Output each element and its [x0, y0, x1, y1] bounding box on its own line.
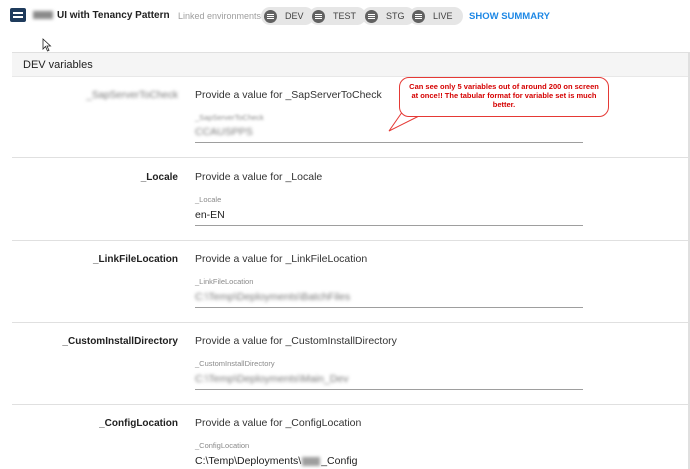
section-title: DEV variables: [23, 59, 93, 71]
env-chip-test[interactable]: TEST: [309, 7, 367, 25]
variable-name: _LinkFileLocation: [92, 254, 178, 265]
annotation-callout: Can see only 5 variables out of around 2…: [399, 77, 609, 117]
variable-prompt: Provide a value for _CustomInstallDirect…: [195, 335, 397, 347]
variable-prompt: Provide a value for _LinkFileLocation: [195, 253, 368, 265]
redacted-text: [302, 456, 321, 466]
row-divider: [12, 157, 690, 158]
env-chip-dev[interactable]: DEV: [261, 7, 314, 25]
env-chip-label: TEST: [333, 11, 357, 21]
list-icon: [312, 9, 325, 23]
app-icon: [10, 8, 26, 22]
app-title-text: UI with Tenancy Pattern: [57, 10, 170, 21]
value-suffix: _Config: [321, 455, 358, 467]
linked-environments-label: Linked environments: [178, 11, 262, 21]
top-bar: UI with Tenancy Pattern Linked environme…: [0, 0, 690, 34]
variable-value-input[interactable]: C:\Temp\Deployments\Main_Dev: [195, 373, 348, 385]
variable-value-input[interactable]: CCAUSPPS: [195, 126, 253, 138]
value-prefix: C:\Temp\Deployments\: [195, 455, 302, 467]
input-underline: [195, 142, 583, 143]
field-label: _LinkFileLocation: [195, 277, 254, 286]
variable-name: _Locale: [140, 172, 178, 183]
field-label: _Locale: [195, 195, 222, 204]
env-chip-stg[interactable]: STG: [362, 7, 415, 25]
variable-value-input[interactable]: C:\Temp\Deployments\BatchFiles: [195, 291, 350, 303]
mouse-cursor-icon: [42, 38, 52, 52]
field-label: _SapServerToCheck: [195, 113, 264, 122]
env-chip-label: DEV: [285, 11, 304, 21]
list-icon: [365, 9, 378, 23]
list-icon: [412, 9, 425, 23]
field-label: _ConfigLocation: [195, 441, 250, 450]
variable-name: _CustomInstallDirectory: [62, 336, 178, 347]
row-divider: [12, 322, 690, 323]
input-underline: [195, 307, 583, 308]
input-underline: [195, 225, 583, 226]
field-label: _CustomInstallDirectory: [195, 359, 275, 368]
row-divider: [12, 404, 690, 405]
variable-value-input[interactable]: C:\Temp\Deployments\ _Config: [195, 455, 357, 467]
variable-name: _ConfigLocation: [99, 418, 178, 429]
input-underline: [195, 389, 583, 390]
row-divider: [12, 240, 690, 241]
variable-value-input[interactable]: en-EN: [195, 209, 225, 221]
app-title: UI with Tenancy Pattern: [33, 10, 170, 21]
redacted-text: [33, 11, 53, 20]
variable-prompt: Provide a value for _SapServerToCheck: [195, 89, 382, 101]
variable-prompt: Provide a value for _Locale: [195, 171, 323, 183]
env-chip-label: LIVE: [433, 11, 453, 21]
list-icon: [264, 9, 277, 23]
env-chip-label: STG: [386, 11, 405, 21]
variable-prompt: Provide a value for _ConfigLocation: [195, 417, 362, 429]
variable-name: _SapServerToCheck: [86, 90, 178, 101]
env-chip-live[interactable]: LIVE: [409, 7, 463, 25]
show-summary-link[interactable]: SHOW SUMMARY: [469, 11, 550, 22]
section-header: DEV variables: [12, 52, 690, 77]
